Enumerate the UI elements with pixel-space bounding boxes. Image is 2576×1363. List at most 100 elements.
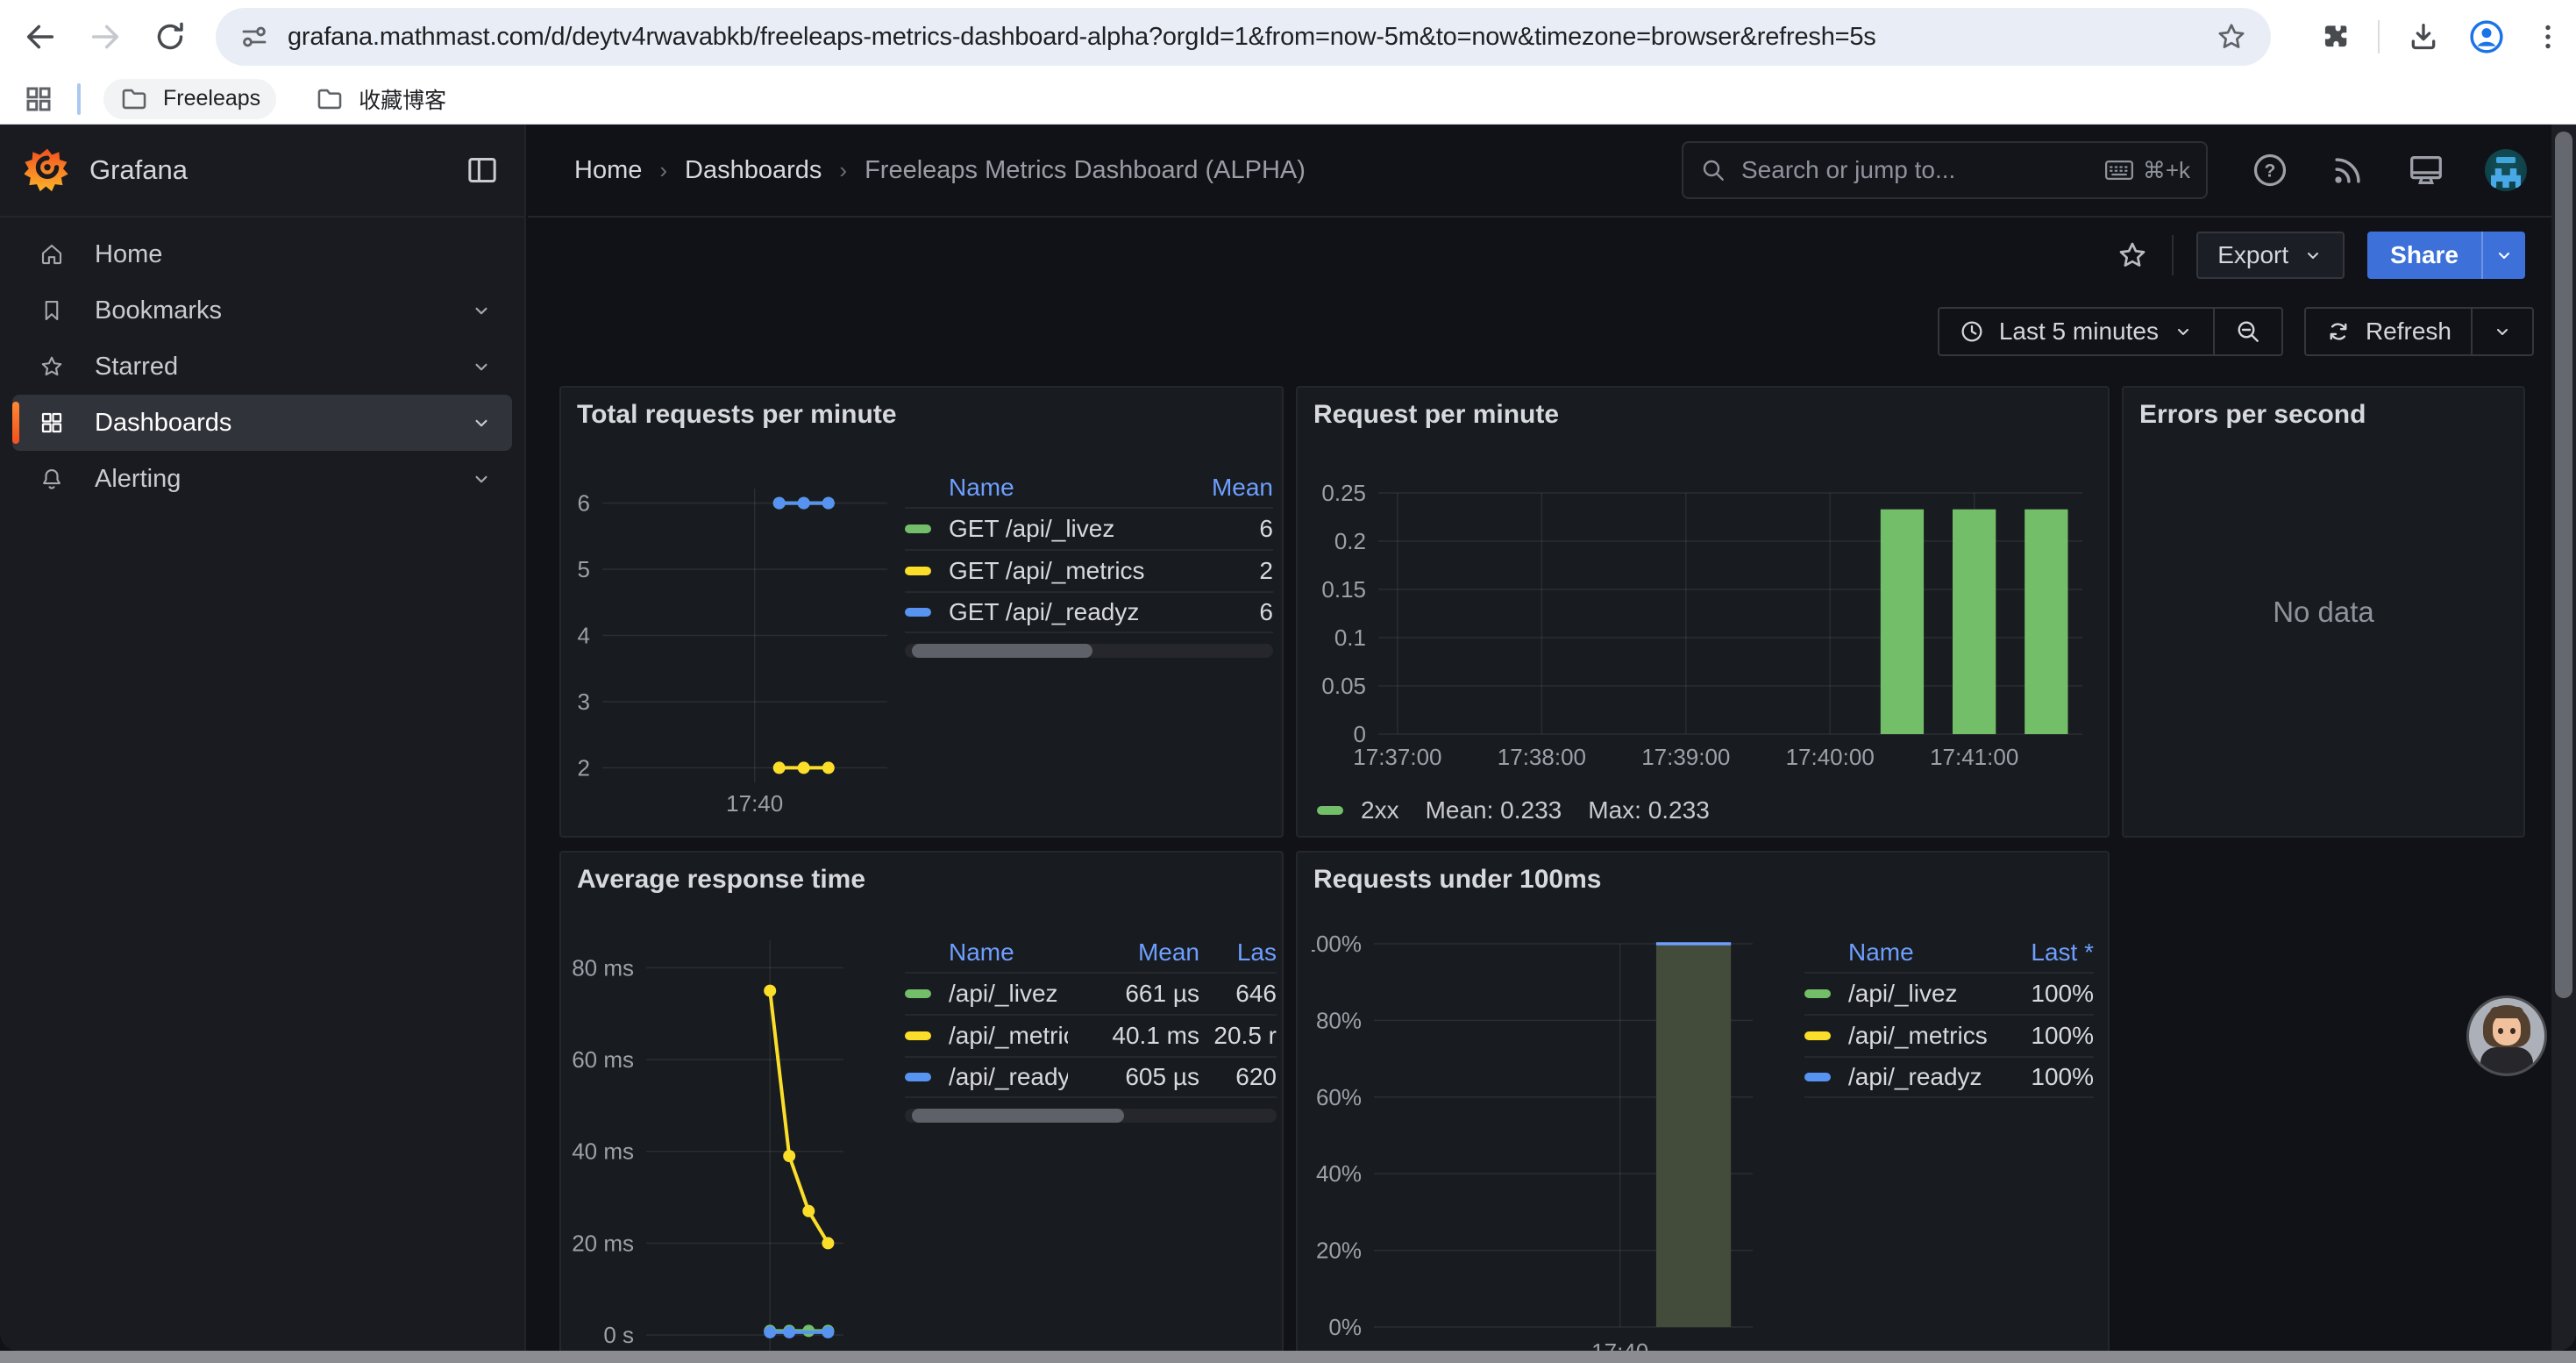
forward-button[interactable]	[81, 12, 130, 61]
profile-icon[interactable]	[2467, 18, 2506, 56]
floating-assistant-avatar[interactable]	[2469, 998, 2544, 1074]
panel-requests-under-100ms[interactable]: Requests under 100ms 100%80%60%40%20%0%1…	[1296, 851, 2110, 1351]
refresh-button[interactable]: Refresh	[2306, 309, 2471, 354]
series-toggle[interactable]: /api/_readyz	[1804, 1063, 1997, 1091]
series-point	[783, 1326, 795, 1338]
svg-text:?: ?	[2265, 161, 2276, 182]
panel-average-response-time[interactable]: Average response time 80 ms60 ms40 ms20 …	[559, 851, 1284, 1351]
y-tick-label: 100%	[1312, 931, 1362, 957]
bookmark-star-icon[interactable]	[2215, 20, 2248, 54]
scrollbar-thumb[interactable]	[2555, 132, 2572, 998]
grafana-logo[interactable]	[25, 147, 70, 193]
vertical-scrollbar[interactable]	[2551, 125, 2576, 1351]
series-toggle[interactable]: GET /api/_readyz	[905, 598, 1194, 626]
sidebar-item-label: Bookmarks	[95, 296, 470, 325]
bar[interactable]	[1881, 510, 1924, 734]
series-toggle[interactable]: 2xx	[1317, 796, 1399, 824]
series-toggle[interactable]: GET /api/_livez	[905, 515, 1194, 543]
scrollbar-thumb[interactable]	[912, 644, 1092, 658]
zoom-out-button[interactable]	[2213, 309, 2281, 354]
breadcrumb-home[interactable]: Home	[574, 156, 642, 185]
bookmark-folder-blogs[interactable]: 收藏博客	[299, 79, 462, 119]
share-menu-button[interactable]	[2481, 232, 2525, 279]
bar[interactable]	[1953, 510, 1996, 734]
sidebar-item-alerting[interactable]: Alerting	[0, 451, 524, 507]
legend-horizontal-scrollbar[interactable]	[905, 644, 1273, 658]
legend-value: 100%	[1997, 980, 2094, 1008]
bookmark-label: 收藏博客	[359, 83, 446, 115]
browser-chrome: grafana.mathmast.com/d/deytv4rwavabkb/fr…	[0, 0, 2576, 125]
tune-icon[interactable]	[238, 21, 270, 53]
sidebar-item-starred[interactable]: Starred	[0, 339, 524, 395]
back-button[interactable]	[16, 12, 65, 61]
panel-toggle-icon[interactable]	[465, 153, 500, 188]
sidebar-item-home[interactable]: Home	[0, 226, 524, 282]
folder-icon	[315, 84, 345, 114]
timeseries-chart: 6543217:40	[570, 475, 921, 826]
y-tick-label: 0%	[1328, 1314, 1362, 1340]
export-button[interactable]: Export	[2196, 232, 2345, 279]
series-color-pill	[905, 525, 931, 533]
dashboards-grid-icon	[39, 410, 65, 436]
panel-title[interactable]: Total requests per minute	[577, 400, 897, 430]
sidebar-item-bookmarks[interactable]: Bookmarks	[0, 282, 524, 339]
refresh-icon	[2325, 318, 2352, 345]
panel-request-per-minute[interactable]: Request per minute 0.250.20.150.10.05017…	[1296, 386, 2110, 838]
legend-header-name[interactable]: Name	[1804, 938, 1997, 967]
y-tick-label: 4	[578, 623, 590, 649]
panel-title[interactable]: Average response time	[577, 865, 865, 895]
avatar-art	[2480, 1047, 2533, 1074]
area-fill[interactable]	[1656, 944, 1731, 1327]
legend-header-name[interactable]: Name	[905, 938, 1068, 967]
avatar-art	[2493, 1014, 2521, 1045]
refresh-interval-button[interactable]	[2471, 309, 2532, 354]
favorite-star-icon[interactable]	[2116, 239, 2149, 272]
legend-header-mean[interactable]: Mean	[1068, 938, 1199, 967]
help-icon[interactable]: ?	[2250, 150, 2290, 190]
apps-grid-icon[interactable]	[23, 83, 54, 115]
monitor-icon[interactable]	[2406, 150, 2446, 190]
series-color-pill	[1804, 989, 1831, 998]
chevron-down-icon[interactable]	[470, 411, 493, 434]
breadcrumb-dashboards[interactable]: Dashboards	[685, 156, 822, 185]
kebab-menu-icon[interactable]	[2532, 21, 2564, 53]
share-button[interactable]: Share	[2367, 232, 2481, 279]
legend-last: 620	[1199, 1063, 1277, 1091]
sidebar-item-dashboards[interactable]: Dashboards	[12, 395, 512, 451]
legend-header-last[interactable]: Las	[1199, 938, 1277, 967]
sidebar: Grafana Home Bookmarks Starred Dashboar	[0, 125, 526, 1351]
series-toggle[interactable]: /api/_readyz	[905, 1063, 1068, 1091]
chevron-down-icon[interactable]	[470, 467, 493, 490]
legend-header-name[interactable]: Name	[905, 474, 1194, 502]
scrollbar-thumb[interactable]	[912, 1109, 1124, 1123]
address-bar[interactable]: grafana.mathmast.com/d/deytv4rwavabkb/fr…	[216, 8, 2271, 66]
horizontal-scrollbar[interactable]	[0, 1351, 2576, 1363]
legend-header-last[interactable]: Last *	[1997, 938, 2094, 967]
search-input[interactable]: Search or jump to... ⌘+k	[1682, 141, 2208, 199]
series-toggle[interactable]: GET /api/_metrics	[905, 557, 1194, 585]
reload-button[interactable]	[146, 12, 195, 61]
user-avatar[interactable]	[2485, 149, 2527, 191]
legend-horizontal-scrollbar[interactable]	[905, 1109, 1277, 1123]
panel-title[interactable]: Requests under 100ms	[1313, 865, 1601, 895]
time-range-picker[interactable]: Last 5 minutes	[1939, 309, 2213, 354]
series-toggle[interactable]: /api/_metrics	[1804, 1022, 1997, 1050]
chevron-down-icon[interactable]	[470, 299, 493, 322]
rss-icon[interactable]	[2329, 151, 2367, 189]
legend-header-mean[interactable]: Mean	[1194, 474, 1273, 502]
series-point	[783, 1150, 795, 1162]
bar[interactable]	[2025, 510, 2067, 734]
panel-errors-per-second[interactable]: Errors per second No data	[2122, 386, 2525, 838]
extensions-puzzle-icon[interactable]	[2318, 20, 2352, 54]
chevron-down-icon[interactable]	[470, 355, 493, 378]
panel-title[interactable]: Request per minute	[1313, 400, 1559, 430]
dashboard-actions-row: Export Share	[528, 219, 2576, 291]
download-icon[interactable]	[2406, 19, 2441, 54]
series-toggle[interactable]: /api/_metrics	[905, 1022, 1068, 1050]
panel-total-requests-per-minute[interactable]: Total requests per minute 6543217:40 Nam…	[559, 386, 1284, 838]
series-toggle[interactable]: /api/_livez	[1804, 980, 1997, 1008]
bookmark-folder-freeleaps[interactable]: Freeleaps	[103, 79, 276, 119]
sidebar-item-label: Home	[95, 240, 493, 269]
avatar-art	[2490, 1007, 2523, 1018]
series-toggle[interactable]: /api/_livez	[905, 980, 1068, 1008]
